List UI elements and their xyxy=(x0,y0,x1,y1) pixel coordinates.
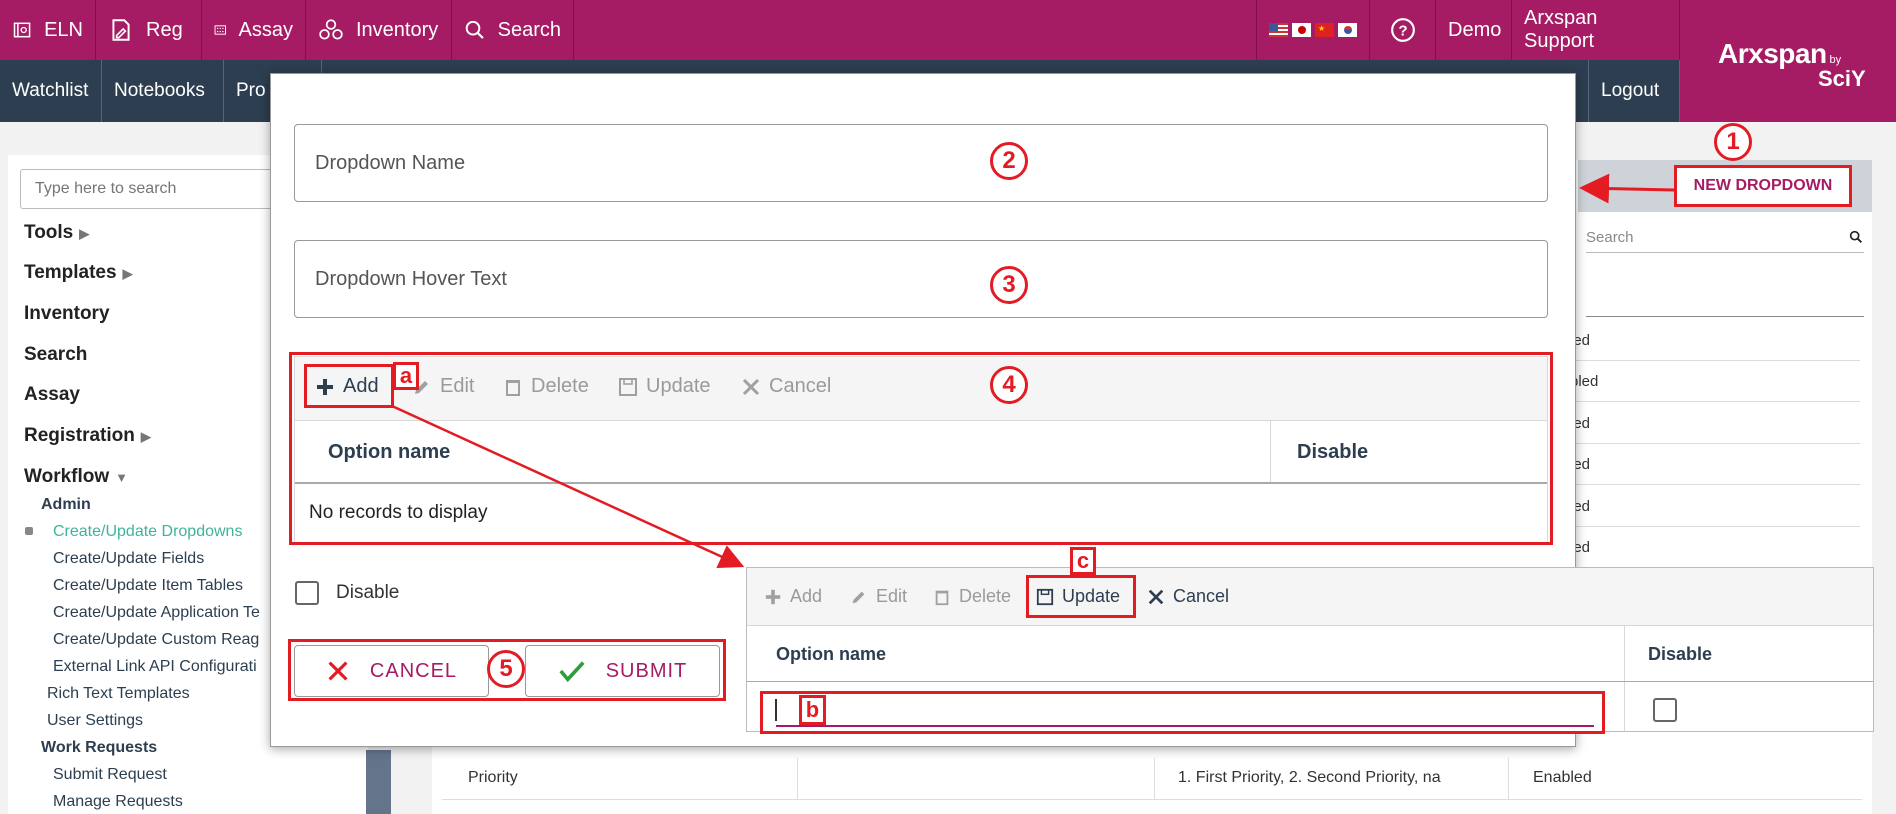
annotation-arrows xyxy=(391,173,1675,569)
